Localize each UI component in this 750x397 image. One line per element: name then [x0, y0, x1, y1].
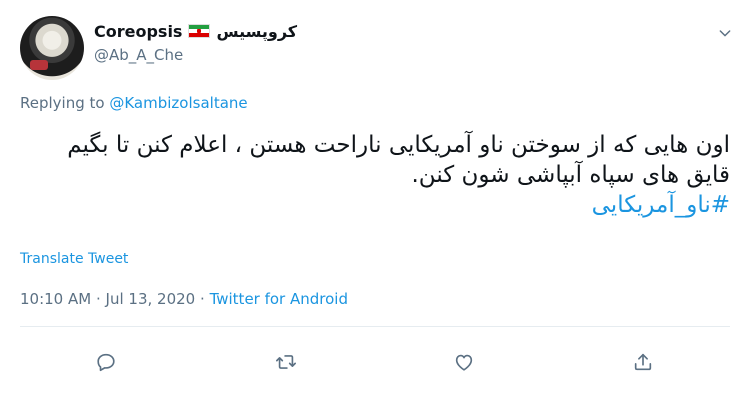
replying-to-label: Replying to — [20, 94, 105, 112]
share-icon[interactable] — [626, 345, 660, 379]
display-name-persian[interactable]: کروپسیس — [216, 22, 297, 41]
tweet-time[interactable]: 10:10 AM — [20, 290, 91, 308]
user-handle[interactable]: @Ab_A_Che — [94, 46, 183, 64]
reply-icon[interactable] — [89, 345, 123, 379]
like-icon[interactable] — [447, 345, 481, 379]
author-name-row[interactable]: Coreopsis کروپسیس — [94, 18, 297, 44]
translate-tweet-link[interactable]: Translate Tweet — [20, 251, 128, 267]
tweet-date[interactable]: Jul 13, 2020 — [106, 290, 196, 308]
avatar[interactable] — [20, 16, 84, 80]
iran-flag-icon — [188, 24, 211, 38]
hashtag-link[interactable]: #ناو_آمریکایی — [30, 190, 730, 220]
tweet-meta: 10:10 AM · Jul 13, 2020 · Twitter for An… — [20, 290, 348, 308]
tweet-source-link[interactable]: Twitter for Android — [210, 290, 348, 308]
divider — [20, 326, 730, 327]
meta-separator: · — [200, 290, 205, 308]
tweet-text: اون هایی که از سوختن ناو آمریکایی ناراحت… — [30, 130, 730, 220]
meta-separator: · — [95, 290, 101, 308]
tweet-body: اون هایی که از سوختن ناو آمریکایی ناراحت… — [67, 132, 730, 188]
reply-mention-link[interactable]: @Kambizolsaltane — [109, 94, 247, 112]
display-name[interactable]: Coreopsis — [94, 22, 182, 41]
chevron-down-icon[interactable] — [712, 20, 738, 46]
retweet-icon[interactable] — [269, 345, 303, 379]
action-bar — [0, 345, 750, 379]
replying-to: Replying to @Kambizolsaltane — [20, 94, 248, 112]
